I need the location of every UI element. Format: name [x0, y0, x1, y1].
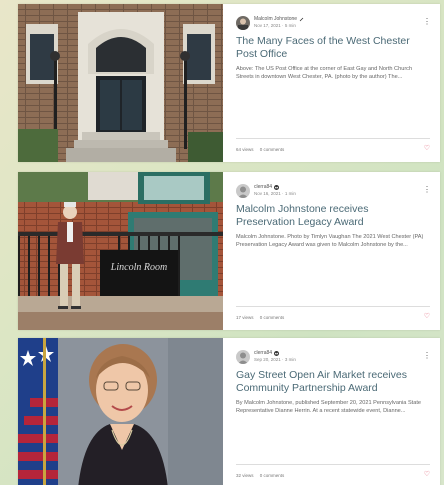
like-heart-icon[interactable]: ♡ — [424, 145, 430, 152]
post-stats: 32 views 0 comments — [236, 473, 284, 478]
post-date: Nov 16, 2021 · 1 min — [254, 191, 296, 197]
post-excerpt: Malcolm Johnstone. Photo by Timlyn Vaugh… — [236, 234, 424, 249]
post-card[interactable]: Malcolm Johnstone Nov 17, 2021 · 5 min ⋮… — [18, 4, 440, 162]
views-count: 17 views — [236, 315, 254, 320]
post-excerpt: Above: The US Post Office at the corner … — [236, 66, 413, 81]
more-options-icon[interactable]: ⋮ — [423, 18, 431, 26]
post-body: clerra84 Sep 20, 2021 · 3 min ⋮ Gay Stre… — [236, 348, 431, 485]
like-heart-icon[interactable]: ♡ — [424, 313, 430, 320]
admin-crown-icon — [274, 351, 280, 357]
author-name[interactable]: clerra84 — [254, 185, 296, 191]
lincoln-room-sign: Lincoln Room — [110, 262, 167, 273]
more-options-icon[interactable]: ⋮ — [423, 186, 431, 194]
post-body: clerra84 Nov 16, 2021 · 1 min ⋮ Malcolm … — [236, 182, 431, 330]
post-footer: 64 views 0 comments ♡ — [236, 138, 430, 152]
admin-crown-icon — [274, 185, 280, 191]
writer-badge-icon — [299, 17, 304, 22]
views-count: 64 views — [236, 147, 254, 152]
post-footer: 32 views 0 comments ♡ — [236, 464, 430, 478]
comments-count[interactable]: 0 comments — [260, 147, 285, 152]
post-stats: 64 views 0 comments — [236, 147, 284, 152]
post-card[interactable]: clerra84 Sep 20, 2021 · 3 min ⋮ Gay Stre… — [18, 338, 440, 485]
author-name[interactable]: clerra84 — [254, 351, 296, 357]
views-count: 32 views — [236, 473, 254, 478]
post-date: Sep 20, 2021 · 3 min — [254, 357, 296, 363]
author-avatar[interactable] — [236, 16, 250, 30]
post-footer: 17 views 0 comments ♡ — [236, 306, 430, 320]
post-title[interactable]: The Many Faces of the West Chester Post … — [236, 35, 430, 61]
post-card[interactable]: Lincoln Room clerra84 Nov 16, 2021 · 1 m… — [18, 172, 440, 330]
like-heart-icon[interactable]: ♡ — [424, 471, 430, 478]
post-stats: 17 views 0 comments — [236, 315, 284, 320]
more-options-icon[interactable]: ⋮ — [423, 352, 431, 360]
post-meta: Malcolm Johnstone Nov 17, 2021 · 5 min — [236, 14, 430, 32]
post-cover-image[interactable] — [18, 338, 223, 485]
comments-count[interactable]: 0 comments — [260, 473, 285, 478]
author-name[interactable]: Malcolm Johnstone — [254, 17, 304, 22]
post-cover-image[interactable]: Lincoln Room — [18, 172, 223, 330]
post-title[interactable]: Malcolm Johnstone receives Preservation … — [236, 203, 430, 229]
post-excerpt: By Malcolm Johnstone, published Septembe… — [236, 400, 422, 415]
post-meta: clerra84 Sep 20, 2021 · 3 min — [236, 348, 430, 366]
post-date: Nov 17, 2021 · 5 min — [254, 23, 296, 29]
comments-count[interactable]: 0 comments — [260, 315, 285, 320]
post-cover-image[interactable] — [18, 4, 223, 162]
post-title[interactable]: Gay Street Open Air Market receives Comm… — [236, 369, 430, 395]
post-meta: clerra84 Nov 16, 2021 · 1 min — [236, 182, 430, 200]
author-avatar[interactable] — [236, 184, 250, 198]
post-body: Malcolm Johnstone Nov 17, 2021 · 5 min ⋮… — [236, 14, 431, 162]
author-avatar[interactable] — [236, 350, 250, 364]
